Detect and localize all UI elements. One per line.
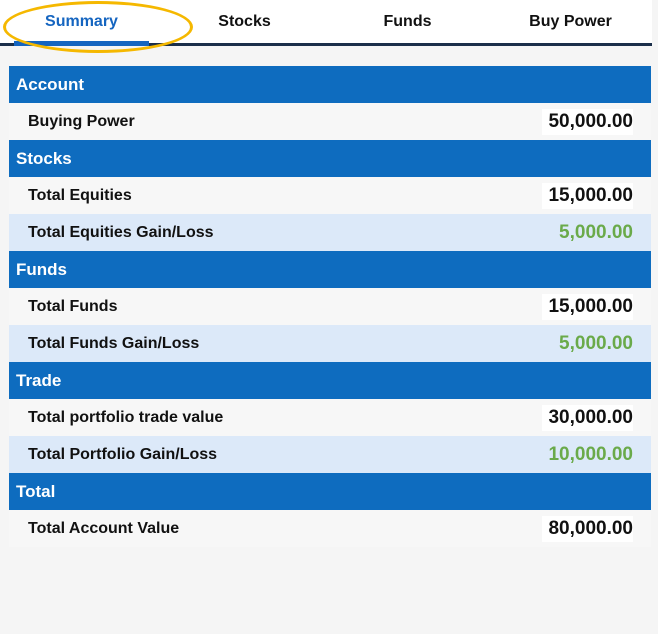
row-label: Buying Power [28, 112, 135, 130]
row-value-gain: 5,000.00 [559, 221, 633, 243]
row-value-gain: 10,000.00 [548, 443, 633, 465]
row-label: Total portfolio trade value [28, 408, 224, 426]
row-value-gain: 5,000.00 [559, 332, 633, 354]
tab-summary[interactable]: Summary [0, 0, 163, 46]
row-total-funds: Total Funds 15,000.00 [9, 288, 651, 325]
row-value: 30,000.00 [542, 404, 633, 431]
row-label: Total Account Value [28, 519, 180, 537]
row-value: 50,000.00 [542, 108, 633, 135]
row-total-portfolio-trade-value: Total portfolio trade value 30,000.00 [9, 399, 651, 436]
row-value: 15,000.00 [542, 182, 633, 209]
row-value: 80,000.00 [542, 515, 633, 542]
section-header-trade: Trade [9, 362, 651, 399]
tab-funds[interactable]: Funds [326, 0, 489, 43]
section-header-total: Total [9, 473, 651, 510]
row-total-account-value: Total Account Value 80,000.00 [9, 510, 651, 547]
tab-stocks[interactable]: Stocks [163, 0, 326, 43]
summary-table: Account Buying Power 50,000.00 Stocks To… [9, 66, 651, 547]
row-total-portfolio-gain-loss: Total Portfolio Gain/Loss 10,000.00 [9, 436, 651, 473]
row-label: Total Portfolio Gain/Loss [28, 445, 218, 463]
section-header-stocks: Stocks [9, 140, 651, 177]
row-total-equities-gain-loss: Total Equities Gain/Loss 5,000.00 [9, 214, 651, 251]
portfolio-summary-page: Summary Stocks Funds Buy Power Account B… [0, 0, 658, 634]
row-value: 15,000.00 [542, 293, 633, 320]
row-total-equities: Total Equities 15,000.00 [9, 177, 651, 214]
section-header-funds: Funds [9, 251, 651, 288]
row-label: Total Equities [28, 186, 132, 204]
section-header-account: Account [9, 66, 651, 103]
row-label: Total Funds Gain/Loss [28, 334, 200, 352]
row-total-funds-gain-loss: Total Funds Gain/Loss 5,000.00 [9, 325, 651, 362]
row-label: Total Equities Gain/Loss [28, 223, 214, 241]
tab-bar: Summary Stocks Funds Buy Power [0, 0, 652, 46]
row-buying-power: Buying Power 50,000.00 [9, 103, 651, 140]
tab-buy-power[interactable]: Buy Power [489, 0, 652, 43]
row-label: Total Funds [28, 297, 118, 315]
